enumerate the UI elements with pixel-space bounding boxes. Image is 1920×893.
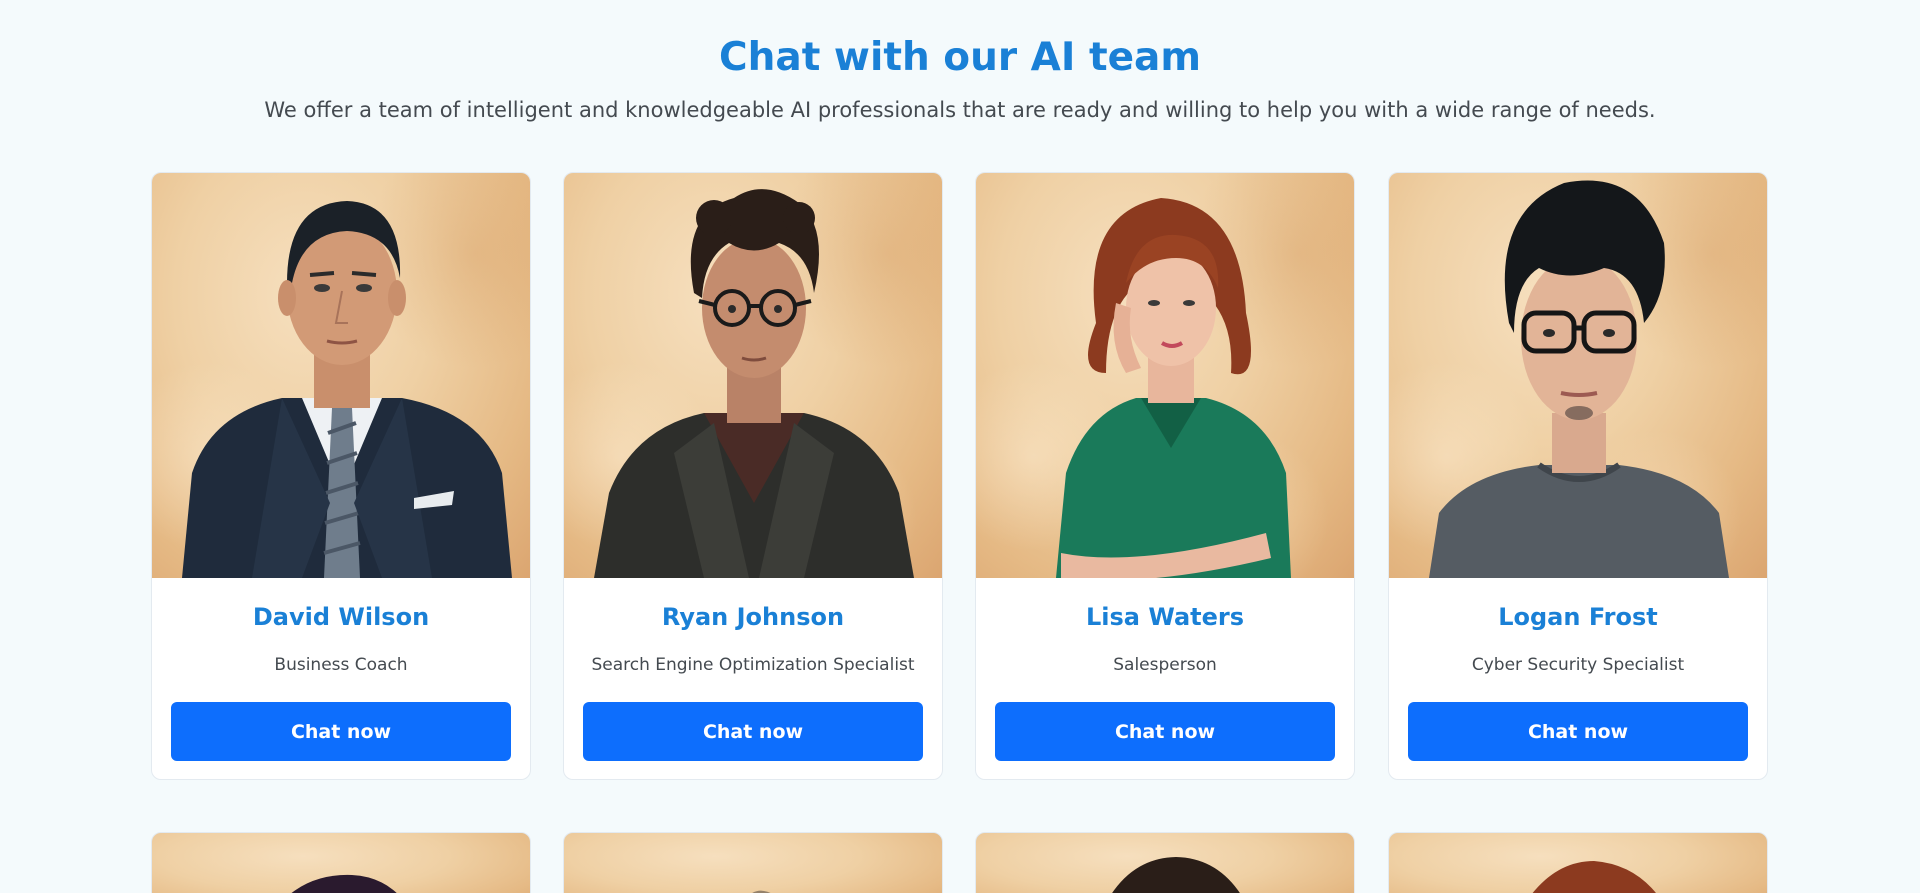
team-card-david-wilson: David Wilson Business Coach Chat now: [151, 172, 531, 780]
hair-silhouette-icon: [752, 890, 771, 893]
team-card-peek: [151, 832, 531, 893]
page-subtitle: We offer a team of intelligent and knowl…: [264, 98, 1656, 122]
hair-silhouette-icon: [291, 874, 397, 893]
team-member-name: Logan Frost: [1498, 603, 1658, 631]
chat-now-button[interactable]: Chat now: [583, 702, 923, 761]
team-card-peek: [975, 832, 1355, 893]
hair-silhouette-icon: [1112, 857, 1240, 893]
team-page: Chat with our AI team We offer a team of…: [0, 0, 1920, 893]
young-man-dark-glasses-portrait: [1429, 180, 1729, 578]
hair-silhouette-icon: [1532, 861, 1656, 893]
portrait-image: [564, 173, 942, 578]
team-member-name: Ryan Johnson: [661, 603, 845, 631]
chat-now-button[interactable]: Chat now: [995, 702, 1335, 761]
team-card-logan-frost: Logan Frost Cyber Security Specialist Ch…: [1388, 172, 1768, 780]
chat-now-button[interactable]: Chat now: [171, 702, 511, 761]
team-member-name: Lisa Waters: [1085, 603, 1245, 631]
businessman-portrait: [182, 201, 512, 578]
chat-now-button[interactable]: Chat now: [1408, 702, 1748, 761]
team-member-role: Search Engine Optimization Specialist: [591, 655, 915, 675]
team-card-ryan-johnson: Ryan Johnson Search Engine Optimization …: [563, 172, 943, 780]
team-card-peek: [1388, 832, 1768, 893]
woman-green-blouse-portrait: [1056, 198, 1291, 578]
portrait-image: [1389, 173, 1767, 578]
young-man-glasses-portrait: [594, 189, 914, 578]
team-member-role: Salesperson: [1113, 655, 1217, 675]
portrait-image: [152, 173, 530, 578]
team-member-name: David Wilson: [252, 603, 430, 631]
page-title: Chat with our AI team: [719, 35, 1201, 80]
team-card-lisa-waters: Lisa Waters Salesperson Chat now: [975, 172, 1355, 780]
team-member-role: Cyber Security Specialist: [1471, 655, 1685, 675]
team-card-peek: [563, 832, 943, 893]
team-member-role: Business Coach: [274, 655, 408, 675]
portrait-image: [976, 173, 1354, 578]
